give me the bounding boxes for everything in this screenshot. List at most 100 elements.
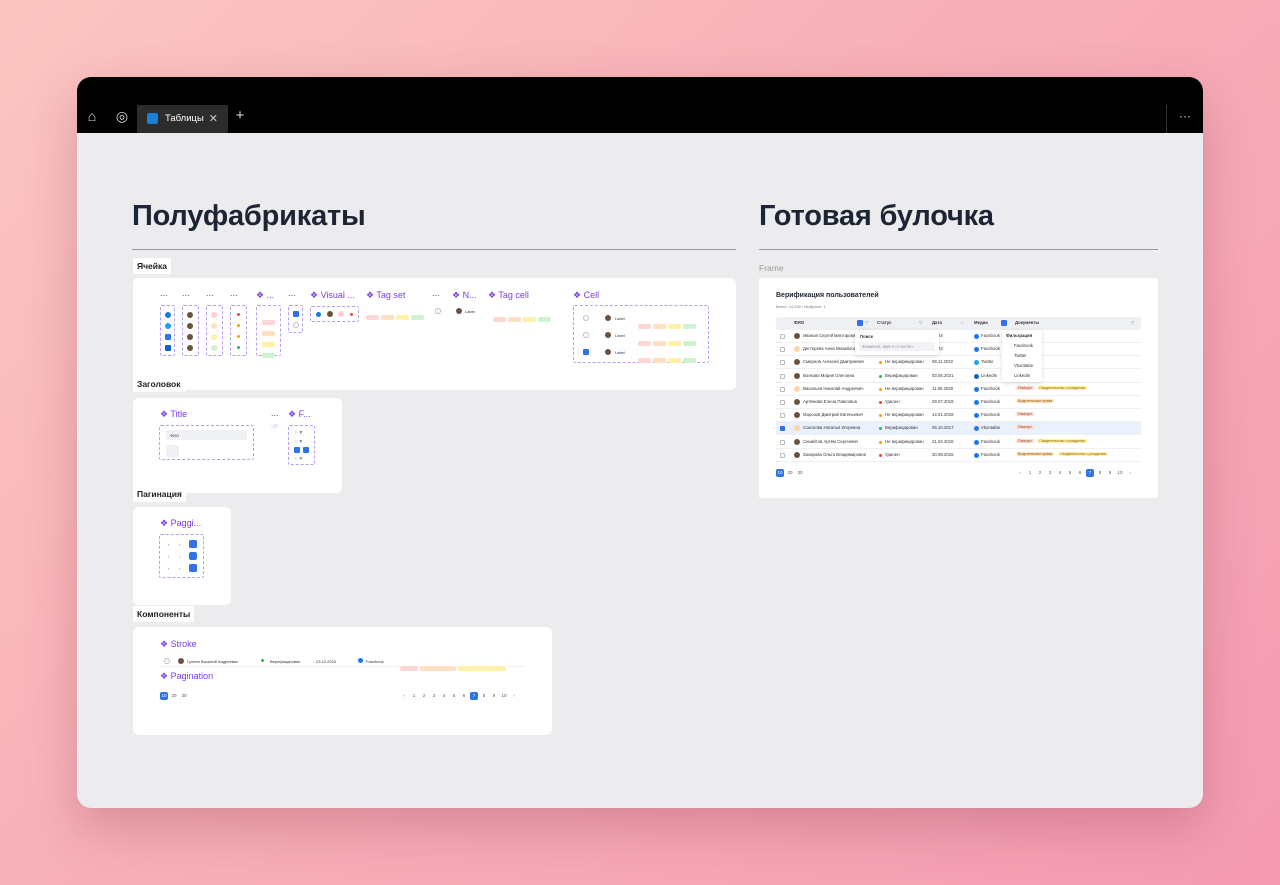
col-fio[interactable]: ФИО <box>794 320 804 325</box>
col-media[interactable]: Медиа <box>974 320 988 325</box>
page-number[interactable]: 5 <box>450 692 458 700</box>
table-row[interactable]: Гулеин Василий Андреевич Верифицирован 2… <box>160 655 525 671</box>
page-size-option[interactable]: 10 <box>160 692 168 700</box>
checkbox[interactable] <box>780 413 785 419</box>
filter-icon[interactable] <box>303 447 309 453</box>
initials-variants[interactable] <box>206 305 223 356</box>
checkbox[interactable] <box>780 373 785 379</box>
page-number[interactable]: 4 <box>440 692 448 700</box>
page-number[interactable]: 2 <box>1036 469 1044 477</box>
col-date[interactable]: Дата <box>932 320 942 325</box>
filter-active-icon[interactable] <box>1001 320 1007 326</box>
table-row[interactable]: Морозов Дмитрий Евгеньевич Не верифициров… <box>776 409 1141 423</box>
checkbox[interactable] <box>780 334 785 339</box>
page-number[interactable]: 6 <box>460 692 468 700</box>
filter-icon[interactable]: ○ ▼ <box>294 439 303 445</box>
col-docs[interactable]: Документы <box>1015 320 1039 325</box>
pagination[interactable]: 10 20 30 ‹ 1 2 3 4 5 6 7 8 9 10 › <box>160 692 525 702</box>
checkbox[interactable] <box>780 452 785 458</box>
page-number[interactable]: 9 <box>490 692 498 700</box>
checkbox[interactable] <box>780 347 785 353</box>
filter-popup[interactable]: Фильтрация Facebook Twitter Vkontakte Li… <box>1002 330 1042 382</box>
chevron-left-icon[interactable]: ‹ <box>168 542 170 547</box>
checkbox[interactable] <box>780 400 785 405</box>
col-status[interactable]: Статус <box>877 320 891 325</box>
page-size-option[interactable]: 20 <box>170 692 178 700</box>
page-number[interactable]: 8 <box>1096 469 1104 477</box>
page-number[interactable]: 8 <box>480 692 488 700</box>
checkbox[interactable] <box>780 386 785 392</box>
checkbox[interactable] <box>164 658 170 664</box>
filter-option[interactable]: Vkontakte <box>1014 363 1033 368</box>
checkbox-variants[interactable] <box>288 305 303 333</box>
tab-tables[interactable]: Таблицы ✕ <box>137 105 228 133</box>
close-icon[interactable]: ✕ <box>209 105 218 133</box>
chevron-right-icon[interactable]: › <box>510 692 518 700</box>
checkbox[interactable] <box>780 426 785 432</box>
pagination[interactable]: 10 20 30 ‹ 1 2 3 4 5 6 7 8 9 10 › <box>776 469 1141 479</box>
page-number[interactable]: 9 <box>1106 469 1114 477</box>
title-variants[interactable]: ФИО <box>159 425 254 460</box>
pagination-card[interactable]: Paggi... ‹ ‹ › › ‹ ‹ <box>133 507 231 605</box>
page-number[interactable]: 5 <box>1066 469 1074 477</box>
page-active[interactable] <box>189 564 197 572</box>
components-card[interactable]: Stroke Гулеин Василий Андреевич Верифици… <box>133 627 552 735</box>
filter-icon[interactable]: ▽ <box>919 320 922 326</box>
filter-icon[interactable]: ○ ▼ <box>294 430 303 436</box>
cell-card[interactable]: ... ... ... ... ... ... Visual ... <box>133 278 736 390</box>
table-row[interactable]: Волкова Мария Олеговна Верифицирован 03.05… <box>776 370 1141 383</box>
page-size-option[interactable]: 20 <box>786 469 794 477</box>
pagination-variants[interactable]: ‹ ‹ › › ‹ ‹ <box>159 534 204 578</box>
table-row[interactable]: Соколова Наталья Игоревна Верифицирован 06… <box>776 422 1141 436</box>
users-table[interactable]: ФИО ▽ Статус ▽ Дата ○ Медиа Документы ▽ … <box>776 317 1141 465</box>
page-number[interactable]: 3 <box>1046 469 1054 477</box>
checkbox[interactable] <box>583 349 589 355</box>
checkbox[interactable] <box>780 439 785 445</box>
page-size-option[interactable]: 30 <box>180 692 188 700</box>
visual-variants[interactable] <box>310 306 359 322</box>
chevron-right-icon[interactable]: › <box>1126 469 1134 477</box>
chevron-left-icon[interactable]: ‹ <box>168 566 170 571</box>
header-card[interactable]: Title ФИО ... ○▽ F... ○ ▼ ○ ▼ ○ ▼ <box>133 398 342 493</box>
filter-variants[interactable]: ○ ▼ ○ ▼ ○ ▼ <box>288 425 315 465</box>
filter-option[interactable]: Facebook <box>1014 343 1033 348</box>
filter-option[interactable]: Twitter <box>1014 353 1027 358</box>
checkbox[interactable] <box>294 447 300 453</box>
page-number[interactable]: 2 <box>420 692 428 700</box>
table-row[interactable]: Артёмова Елена Павловна Удален 29.07.2019 F… <box>776 396 1141 409</box>
icon-variants[interactable] <box>160 305 175 356</box>
page-number[interactable]: 1 <box>1026 469 1034 477</box>
sort-icon[interactable]: ○ <box>961 320 964 325</box>
search-input[interactable]: Фамилия, имя и отчество <box>859 342 935 351</box>
checkbox[interactable] <box>583 315 589 321</box>
checkbox[interactable] <box>435 308 441 314</box>
chevron-right-icon[interactable]: › <box>168 554 170 559</box>
tag-variants[interactable] <box>256 305 281 358</box>
more-icon[interactable]: ··· <box>1176 107 1194 125</box>
search-popup[interactable]: Поиск Фамилия, имя и отчество <box>855 330 939 355</box>
page-number[interactable]: 10 <box>500 692 508 700</box>
checkbox[interactable] <box>583 332 589 338</box>
page-number[interactable]: 4 <box>1056 469 1064 477</box>
checkbox[interactable] <box>780 360 785 366</box>
table-row[interactable]: Смирнов Алексей Дмитриевич Не верифициров… <box>776 356 1141 370</box>
table-row[interactable]: Васильев Николай Андреевич Не верифициров… <box>776 383 1141 396</box>
avatar-variants[interactable] <box>182 305 199 356</box>
new-tab-button[interactable]: + <box>231 107 249 125</box>
cell-variants[interactable]: Label Label Label <box>573 305 709 363</box>
chevron-left-icon[interactable]: ‹ <box>1016 469 1024 477</box>
globe-icon[interactable]: ◎ <box>113 107 131 125</box>
filter-option[interactable]: LinkedIn <box>1014 373 1030 378</box>
filter-icon[interactable]: ▽ <box>1131 320 1134 326</box>
home-icon[interactable]: ⌂ <box>83 107 101 125</box>
table-row[interactable]: Синайтов Артём Сергеевич Не верифицирован… <box>776 436 1141 449</box>
page-number[interactable]: 7 <box>1086 469 1094 477</box>
filter-icon[interactable]: ○ ▼ <box>294 456 303 462</box>
chevron-left-icon[interactable]: ‹ <box>400 692 408 700</box>
page-number[interactable]: 1 <box>410 692 418 700</box>
table-row[interactable]: Иванов Сергей Викторович.2024Facebook <box>776 330 1141 343</box>
table-row[interactable]: Дегтерева Анна Михайловна.2023Facebook <box>776 343 1141 357</box>
page-active[interactable] <box>189 552 197 560</box>
page-number[interactable]: 3 <box>430 692 438 700</box>
filter-icon[interactable]: ○▽ <box>271 424 278 430</box>
